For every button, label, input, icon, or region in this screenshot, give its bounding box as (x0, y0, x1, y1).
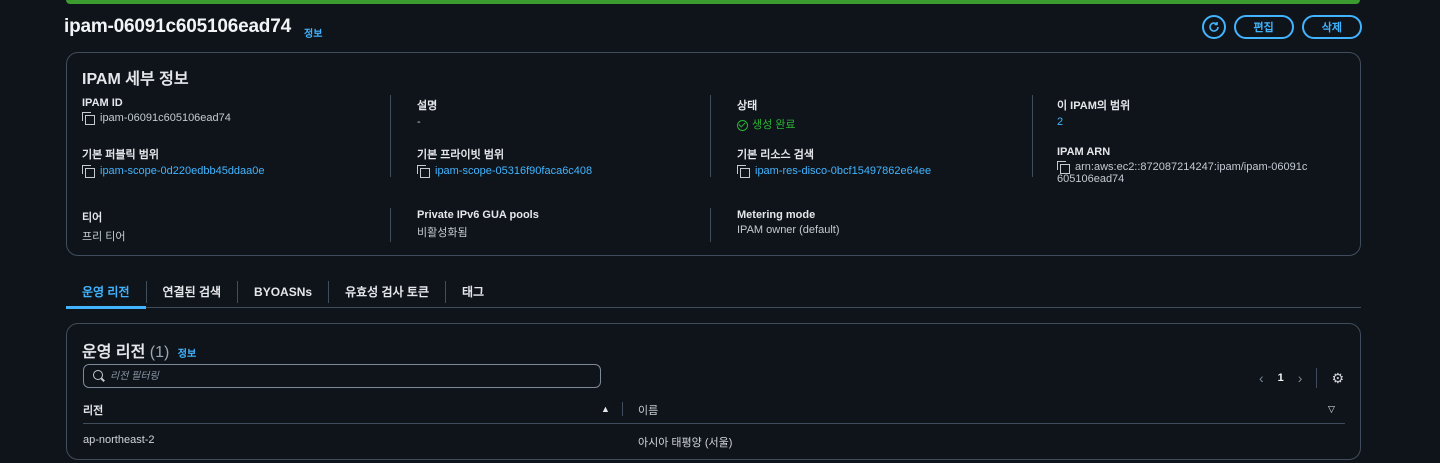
details-heading: IPAM 세부 정보 (82, 71, 189, 88)
page-number[interactable]: 1 (1278, 372, 1284, 384)
field-status: 상태 생성 완료 (737, 97, 796, 132)
column-header-name[interactable]: 이름 (638, 402, 658, 418)
public-scope-label: 기본 퍼블릭 범위 (82, 149, 159, 161)
description-label: 설명 (417, 100, 438, 112)
tab-tags[interactable]: 태그 (446, 281, 500, 303)
field-ipam-id: IPAM ID ipam-06091c605106ead74 (82, 97, 231, 126)
operating-regions-panel: 운영 리전 (1) 정보 ‹ 1 › ⚙ 리전 ▲ 이름 ▽ ap-northe… (66, 323, 1361, 460)
info-link[interactable]: 정보 (304, 25, 322, 40)
region-filter-input[interactable] (110, 368, 590, 384)
ipam-details-panel: IPAM 세부 정보 IPAM ID ipam-06091c605106ead7… (66, 52, 1361, 256)
field-public-scope: 기본 퍼블릭 범위 ipam-scope-0d220edbb45ddaa0e (82, 146, 265, 179)
field-ipv6-gua: Private IPv6 GUA pools 비활성화됨 (417, 209, 539, 240)
refresh-icon (1208, 22, 1219, 32)
copy-icon[interactable] (82, 165, 95, 179)
tier-label: 티어 (82, 212, 103, 224)
table-header-divider (83, 423, 1345, 424)
field-arn: IPAM ARN arn:aws:ec2::872087214247:ipam/… (1057, 146, 1347, 185)
field-description: 설명 - (417, 97, 437, 128)
regions-title: 운영 리전 (82, 344, 146, 361)
field-metering: Metering mode IPAM owner (default) (737, 209, 840, 236)
divider (710, 208, 711, 242)
divider (390, 95, 391, 177)
refresh-button[interactable] (1201, 15, 1226, 39)
page-title: ipam-06091c605106ead74 (64, 16, 291, 37)
tab-byoasns[interactable]: BYOASNs (238, 280, 330, 303)
tab-verification-tokens[interactable]: 유효성 검사 토큰 (329, 280, 447, 303)
copy-icon[interactable] (737, 165, 750, 179)
description-value: - (417, 116, 421, 128)
delete-button[interactable]: 삭제 (1301, 15, 1362, 39)
field-resource-discovery: 기본 리소스 검색 ipam-res-disco-0bcf15497862e64… (737, 146, 931, 179)
status-label: 상태 (737, 100, 758, 112)
metering-value: IPAM owner (default) (737, 224, 840, 236)
divider (1316, 368, 1318, 388)
sort-ascending-icon[interactable]: ▲ (601, 404, 610, 414)
tier-value: 프리 티어 (82, 231, 126, 243)
header-actions: 편집 삭제 (1201, 15, 1362, 39)
chevron-right-icon[interactable]: › (1298, 370, 1303, 386)
tab-bar: 운영 리전 연결된 검색 BYOASNs 유효성 검사 토큰 태그 (66, 276, 1361, 309)
public-scope-link[interactable]: ipam-scope-0d220edbb45ddaa0e (100, 165, 265, 177)
pagination: ‹ 1 › ⚙ (1259, 368, 1344, 388)
private-scope-link[interactable]: ipam-scope-05316f90faca6c408 (435, 165, 592, 177)
arn-label: IPAM ARN (1057, 146, 1111, 158)
page-header: ipam-06091c605106ead74 정보 편집 삭제 (64, 14, 1362, 42)
table-cell-name: 아시아 태평양 (서울) (638, 437, 733, 449)
copy-icon[interactable] (417, 165, 430, 179)
divider (710, 95, 711, 177)
copy-icon[interactable] (82, 112, 95, 126)
ipam-id-label: IPAM ID (82, 97, 123, 109)
search-icon (93, 370, 103, 380)
divider (390, 208, 391, 242)
success-icon (737, 119, 748, 131)
copy-icon[interactable] (1057, 161, 1070, 175)
divider (1032, 95, 1033, 177)
resource-discovery-label: 기본 리소스 검색 (737, 149, 814, 161)
arn-value-line1: arn:aws:ec2::872087214247:ipam/ipam-0609… (1075, 161, 1308, 173)
ipv6-gua-label: Private IPv6 GUA pools (417, 209, 539, 221)
sort-icon[interactable]: ▽ (1328, 404, 1335, 415)
regions-heading: 운영 리전 (1) 정보 (82, 338, 196, 362)
tab-associated-discoveries[interactable]: 연결된 검색 (147, 280, 239, 303)
resource-discovery-link[interactable]: ipam-res-disco-0bcf15497862e64ee (755, 165, 931, 177)
regions-count: (1) (149, 344, 170, 361)
arn-value-line2: 605106ead74 (1057, 173, 1125, 186)
region-filter (83, 364, 601, 388)
gear-icon[interactable]: ⚙ (1331, 370, 1344, 387)
private-scope-label: 기본 프라이빗 범위 (417, 149, 505, 161)
field-scopes: 이 IPAM의 범위 2 (1057, 97, 1130, 128)
scopes-label: 이 IPAM의 범위 (1057, 100, 1131, 112)
ipam-id-value: ipam-06091c605106ead74 (100, 112, 231, 124)
column-divider[interactable] (622, 402, 623, 416)
chevron-left-icon[interactable]: ‹ (1259, 370, 1264, 386)
success-banner (66, 0, 1360, 4)
metering-label: Metering mode (737, 209, 816, 221)
table-cell-region: ap-northeast-2 (83, 434, 155, 446)
edit-button[interactable]: 편집 (1233, 15, 1294, 39)
column-header-region[interactable]: 리전 (83, 402, 103, 418)
status-value: 생성 완료 (752, 119, 796, 131)
info-link[interactable]: 정보 (178, 349, 196, 360)
ipv6-gua-value: 비활성화됨 (417, 227, 468, 239)
field-private-scope: 기본 프라이빗 범위 ipam-scope-05316f90faca6c408 (417, 146, 592, 179)
field-tier: 티어 프리 티어 (82, 209, 126, 244)
tab-operating-regions[interactable]: 운영 리전 (66, 280, 147, 309)
scopes-link[interactable]: 2 (1057, 116, 1063, 128)
